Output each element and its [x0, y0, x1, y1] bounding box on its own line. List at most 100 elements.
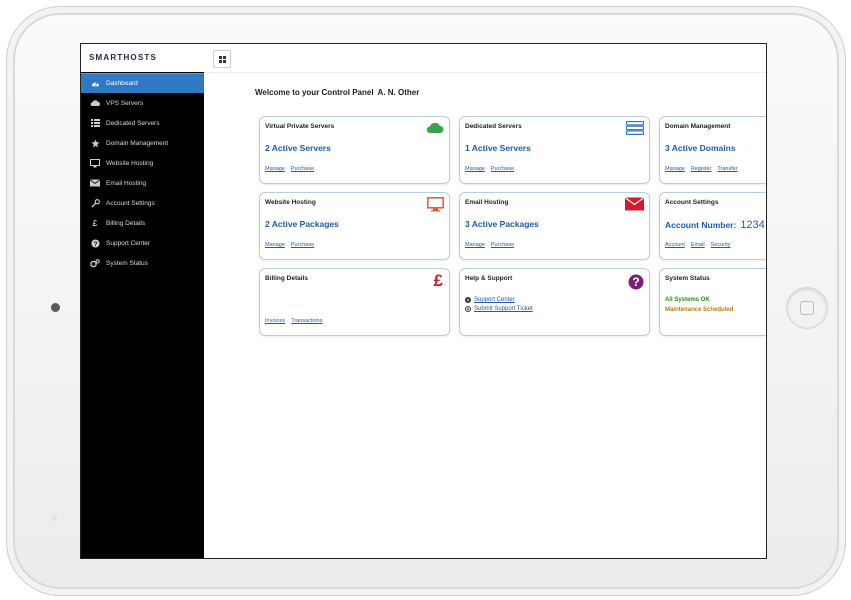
billing-transactions-link[interactable]: Transactions: [291, 318, 322, 324]
server-stack-icon: [625, 120, 645, 140]
account-security-link[interactable]: Security: [711, 242, 731, 248]
sidebar-item-dashboard[interactable]: Dashboard: [81, 73, 204, 93]
wrench-icon: [90, 198, 100, 208]
website-count[interactable]: 2 Active Packages: [265, 219, 339, 229]
home-button[interactable]: [786, 287, 828, 329]
monitor-icon: [427, 197, 444, 217]
monitor-icon: [90, 158, 100, 168]
sidebar-item-system-status[interactable]: System Status: [81, 253, 204, 273]
brand-logo[interactable]: SMARTHOSTS: [81, 44, 204, 72]
account-link[interactable]: Account: [665, 242, 685, 248]
status-maintenance-text: Maintenance Scheduled: [665, 307, 734, 313]
star-icon: [90, 138, 100, 148]
card-vps: Virtual Private Servers 2 Active Servers…: [259, 116, 450, 184]
dashboard-icon: [90, 79, 100, 89]
cloud-icon: [426, 121, 444, 139]
sidebar-item-domain-management[interactable]: Domain Management: [81, 133, 204, 153]
svg-text:?: ?: [467, 298, 470, 303]
email-purchase-link[interactable]: Purchase: [491, 242, 514, 248]
card-account-settings: Account Settings Account Number: 1234 Acc…: [659, 192, 766, 260]
card-links: Manage Purchase: [265, 166, 320, 172]
card-system-status: System Status All Systems OK Maintenance…: [659, 268, 766, 336]
vps-manage-link[interactable]: Manage: [265, 166, 285, 172]
card-title: Help & Support: [465, 275, 513, 282]
grid-icon: [218, 55, 226, 63]
sidebar-item-dedicated-servers[interactable]: Dedicated Servers: [81, 113, 204, 133]
domain-register-link[interactable]: Register: [691, 166, 711, 172]
plus-circle-icon: [465, 306, 471, 312]
email-manage-link[interactable]: Manage: [465, 242, 485, 248]
user-name: A. N. Other: [377, 88, 420, 97]
top-bar: [204, 44, 766, 73]
sidebar-item-support-center[interactable]: ? Support Center: [81, 233, 204, 253]
support-ticket-row: Submit Support Ticket: [465, 306, 533, 312]
card-billing-details: Billing Details £ Invoices Transactions: [259, 268, 450, 336]
sidebar-item-label: Domain Management: [106, 139, 169, 147]
sidebar-item-label: Email Hosting: [106, 179, 147, 187]
domain-count[interactable]: 3 Active Domains: [665, 143, 736, 153]
billing-invoices-link[interactable]: Invoices: [265, 318, 285, 324]
svg-text:?: ?: [93, 240, 97, 247]
sidebar-item-account-settings[interactable]: Account Settings: [81, 193, 204, 213]
vps-purchase-link[interactable]: Purchase: [291, 166, 314, 172]
dedicated-count[interactable]: 1 Active Servers: [465, 143, 531, 153]
vps-count[interactable]: 2 Active Servers: [265, 143, 331, 153]
sidebar-item-billing-details[interactable]: £ Billing Details: [81, 213, 204, 233]
website-purchase-link[interactable]: Purchase: [291, 242, 314, 248]
card-title: Virtual Private Servers: [265, 123, 335, 130]
domain-manage-link[interactable]: Manage: [665, 166, 685, 172]
sidebar-nav: Dashboard VPS Servers Dedicated Servers …: [81, 73, 204, 273]
account-number: Account Number: 1234: [665, 219, 765, 231]
card-website-hosting: Website Hosting 2 Active Packages Manage…: [259, 192, 450, 260]
dedicated-manage-link[interactable]: Manage: [465, 166, 485, 172]
card-help-support: Help & Support ? ? Support Center Submit…: [459, 268, 650, 336]
website-manage-link[interactable]: Manage: [265, 242, 285, 248]
home-button-glyph: [800, 301, 814, 315]
card-title: Billing Details: [265, 275, 308, 282]
card-title: Domain Management: [665, 123, 731, 130]
card-links: Manage Register Transfer: [665, 166, 744, 172]
status-ok-text: All Systems OK: [665, 297, 710, 303]
sidebar-item-website-hosting[interactable]: Website Hosting: [81, 153, 204, 173]
dedicated-purchase-link[interactable]: Purchase: [491, 166, 514, 172]
server-list-icon: [90, 118, 100, 128]
sidebar-item-label: Dedicated Servers: [106, 119, 160, 127]
card-links: Invoices Transactions: [265, 318, 328, 324]
sidebar-item-vps-servers[interactable]: VPS Servers: [81, 93, 204, 113]
question-icon: ?: [628, 274, 644, 295]
domain-transfer-link[interactable]: Transfer: [717, 166, 737, 172]
sensor-dot: [51, 515, 57, 521]
welcome-text: Welcome to your Control Panel: [255, 88, 374, 97]
email-count[interactable]: 3 Active Packages: [465, 219, 539, 229]
card-title: Account Settings: [665, 199, 719, 206]
sidebar-item-label: Dashboard: [106, 80, 138, 87]
card-title: Dedicated Servers: [465, 123, 522, 130]
front-camera: [51, 303, 60, 312]
sidebar-item-label: Account Settings: [106, 199, 155, 207]
card-links: Manage Purchase: [465, 166, 520, 172]
tablet-screen: SMARTHOSTS Dashboard VPS Servers Dedicat…: [80, 43, 767, 559]
card-title: Website Hosting: [265, 199, 316, 206]
question-icon: ?: [465, 297, 471, 303]
support-center-row: ? Support Center: [465, 297, 533, 303]
card-links: Manage Purchase: [265, 242, 320, 248]
question-icon: ?: [90, 238, 100, 248]
sidebar: SMARTHOSTS Dashboard VPS Servers Dedicat…: [81, 44, 204, 558]
envelope-icon: [625, 197, 644, 216]
sidebar-item-email-hosting[interactable]: Email Hosting: [81, 173, 204, 193]
pound-icon: £: [433, 271, 443, 290]
svg-text:?: ?: [632, 275, 639, 289]
sidebar-item-label: Billing Details: [106, 219, 146, 227]
card-links: Manage Purchase: [465, 242, 520, 248]
page-title: Welcome to your Control Panel A. N. Other: [255, 88, 419, 97]
envelope-icon: [90, 178, 100, 188]
support-center-link[interactable]: Support Center: [474, 297, 515, 303]
account-number-value: 1234: [740, 219, 765, 231]
card-title: Email Hosting: [465, 199, 509, 206]
gears-icon: [90, 258, 100, 268]
sidebar-item-label: VPS Servers: [106, 99, 144, 107]
card-email-hosting: Email Hosting 3 Active Packages Manage Pu…: [459, 192, 650, 260]
account-email-link[interactable]: Email: [691, 242, 705, 248]
submit-ticket-link[interactable]: Submit Support Ticket: [474, 306, 533, 312]
apps-grid-button[interactable]: [213, 50, 231, 68]
